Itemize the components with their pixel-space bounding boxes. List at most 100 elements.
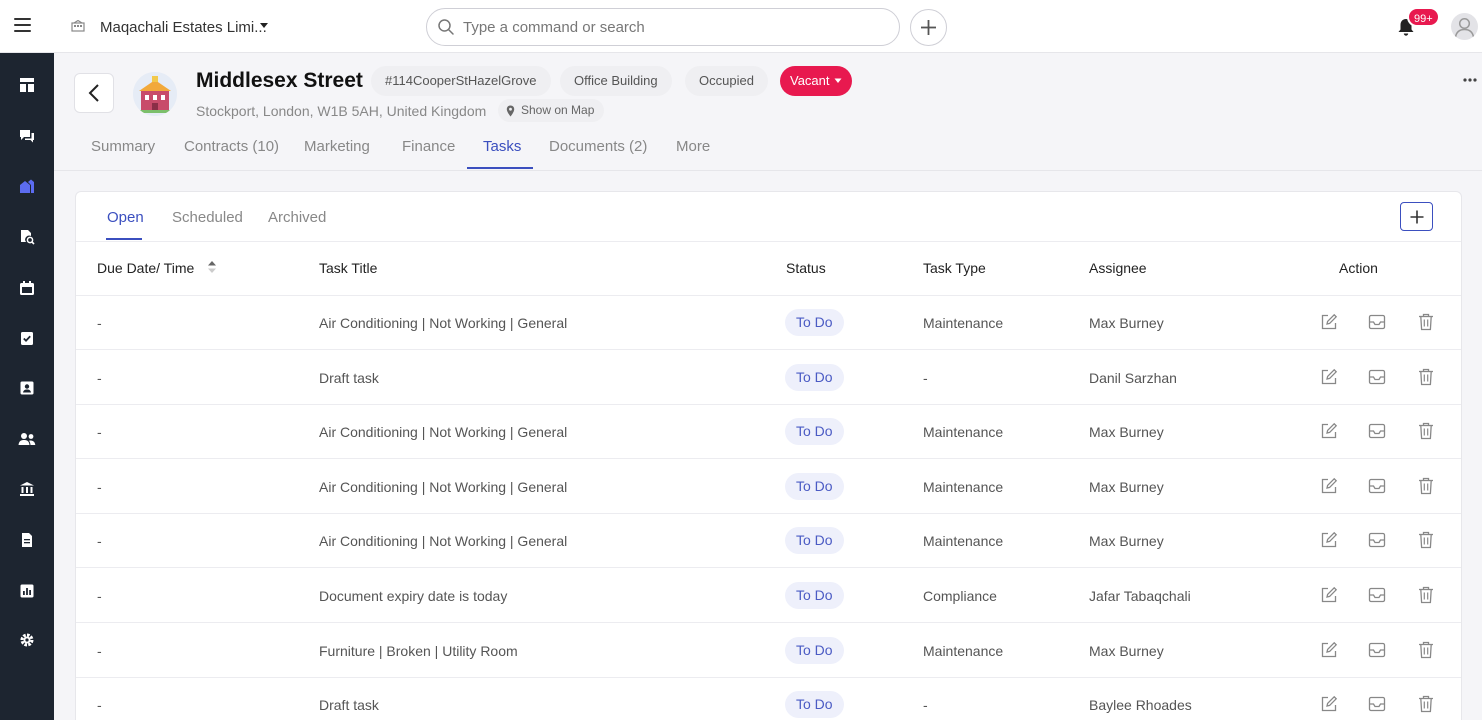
table-row[interactable]: - Air Conditioning | Not Working | Gener… bbox=[76, 296, 1461, 350]
edit-button[interactable] bbox=[1318, 529, 1340, 551]
caret-down-icon[interactable] bbox=[259, 22, 269, 30]
delete-button[interactable] bbox=[1415, 366, 1437, 388]
archive-button[interactable] bbox=[1366, 693, 1388, 715]
chat-icon bbox=[20, 130, 34, 143]
menu-icon[interactable] bbox=[14, 18, 31, 32]
company-name[interactable]: Maqachali Estates Limi... bbox=[100, 19, 267, 36]
table-row[interactable]: - Furniture | Broken | Utility Room To D… bbox=[76, 624, 1461, 678]
table-row[interactable]: - Air Conditioning | Not Working | Gener… bbox=[76, 405, 1461, 460]
table-row[interactable]: - Document expiry date is today To Do Co… bbox=[76, 569, 1461, 623]
edit-icon bbox=[1321, 586, 1338, 603]
sort-icon[interactable] bbox=[207, 259, 217, 275]
task-title-cell[interactable]: Draft task bbox=[319, 370, 379, 386]
edit-button[interactable] bbox=[1318, 584, 1340, 606]
edit-button[interactable] bbox=[1318, 693, 1340, 715]
sidebar-item-banking[interactable] bbox=[0, 469, 54, 509]
reports-icon bbox=[20, 584, 34, 598]
status-badge: To Do bbox=[785, 472, 844, 500]
tab-marketing[interactable]: Marketing bbox=[304, 138, 370, 155]
archive-button[interactable] bbox=[1366, 584, 1388, 606]
delete-button[interactable] bbox=[1415, 584, 1437, 606]
delete-button[interactable] bbox=[1415, 475, 1437, 497]
more-options-icon[interactable] bbox=[1463, 78, 1477, 82]
edit-icon bbox=[1321, 368, 1338, 384]
properties-icon bbox=[20, 179, 34, 193]
tab-documents[interactable]: Documents (2) bbox=[549, 138, 647, 155]
task-type-cell: Maintenance bbox=[923, 424, 1004, 441]
edit-button[interactable] bbox=[1318, 475, 1340, 497]
table-row[interactable]: - Draft task To Do - Danil Sarzhan bbox=[76, 351, 1461, 405]
search-input[interactable] bbox=[463, 17, 883, 37]
status-badge: To Do bbox=[785, 418, 844, 446]
add-task-button[interactable] bbox=[1400, 202, 1433, 231]
task-type-cell: Maintenance bbox=[923, 315, 1004, 331]
archive-button[interactable] bbox=[1366, 420, 1388, 442]
delete-button[interactable] bbox=[1415, 420, 1437, 442]
table-row[interactable]: - Air Conditioning | Not Working | Gener… bbox=[76, 460, 1461, 514]
archive-button[interactable] bbox=[1366, 529, 1388, 551]
show-on-map-button[interactable]: Show on Map bbox=[498, 99, 605, 122]
archive-button[interactable] bbox=[1366, 639, 1388, 661]
task-title-cell[interactable]: Document expiry date is today bbox=[319, 588, 507, 604]
task-type-cell: - bbox=[923, 369, 928, 386]
bank-icon bbox=[20, 482, 34, 496]
property-reference-chip: #114CooperStHazelGrove bbox=[371, 66, 551, 96]
show-on-map-label: Show on Map bbox=[521, 103, 595, 117]
tab-summary[interactable]: Summary bbox=[91, 138, 155, 155]
due-date-cell: - bbox=[97, 588, 102, 604]
tab-more[interactable]: More bbox=[676, 138, 710, 155]
column-header-task-type: Task Type bbox=[923, 260, 986, 276]
task-title-cell[interactable]: Furniture | Broken | Utility Room bbox=[319, 643, 518, 659]
delete-button[interactable] bbox=[1415, 639, 1437, 661]
subtab-divider bbox=[76, 241, 1461, 242]
archive-button[interactable] bbox=[1366, 475, 1388, 497]
subtab-archived[interactable]: Archived bbox=[268, 209, 326, 226]
sidebar-item-contacts[interactable] bbox=[0, 368, 54, 408]
archive-button[interactable] bbox=[1366, 366, 1388, 388]
edit-button[interactable] bbox=[1318, 639, 1340, 661]
delete-button[interactable] bbox=[1415, 693, 1437, 715]
user-avatar[interactable] bbox=[1451, 13, 1478, 40]
edit-icon bbox=[1321, 423, 1338, 439]
people-icon bbox=[18, 433, 36, 445]
task-title-cell[interactable]: Air Conditioning | Not Working | General bbox=[319, 479, 567, 495]
command-search[interactable] bbox=[426, 8, 900, 46]
tab-contracts[interactable]: Contracts (10) bbox=[184, 138, 279, 155]
quick-add-button[interactable] bbox=[910, 9, 947, 46]
edit-button[interactable] bbox=[1318, 420, 1340, 442]
subtab-scheduled[interactable]: Scheduled bbox=[172, 209, 243, 226]
status-badge: To Do bbox=[785, 527, 844, 555]
back-button[interactable] bbox=[74, 73, 114, 113]
sidebar-item-documents[interactable] bbox=[0, 520, 54, 560]
sidebar-item-settings[interactable] bbox=[0, 620, 54, 660]
tasks-card: Open Scheduled Archived Due Date/ Time T… bbox=[75, 191, 1462, 720]
status-label: Vacant bbox=[790, 73, 830, 88]
trash-icon bbox=[1419, 423, 1433, 440]
archive-button[interactable] bbox=[1366, 311, 1388, 333]
subtab-open[interactable]: Open bbox=[107, 209, 144, 226]
task-title-cell[interactable]: Air Conditioning | Not Working | General bbox=[319, 533, 567, 549]
task-type-cell: - bbox=[923, 697, 928, 714]
sidebar-item-reports[interactable] bbox=[0, 571, 54, 611]
status-dropdown[interactable]: Vacant bbox=[780, 66, 852, 96]
sidebar-item-people[interactable] bbox=[0, 419, 54, 459]
table-row[interactable]: - Air Conditioning | Not Working | Gener… bbox=[76, 514, 1461, 569]
column-header-due-date[interactable]: Due Date/ Time bbox=[97, 260, 194, 276]
task-title-cell[interactable]: Air Conditioning | Not Working | General bbox=[319, 424, 567, 440]
delete-button[interactable] bbox=[1415, 311, 1437, 333]
sidebar-item-search-docs[interactable] bbox=[0, 217, 54, 257]
column-header-task-title: Task Title bbox=[319, 260, 378, 276]
edit-button[interactable] bbox=[1318, 311, 1340, 333]
task-title-cell[interactable]: Air Conditioning | Not Working | General bbox=[319, 315, 567, 331]
edit-button[interactable] bbox=[1318, 366, 1340, 388]
sidebar-item-properties[interactable] bbox=[0, 166, 54, 206]
task-title-cell[interactable]: Draft task bbox=[319, 697, 379, 713]
sidebar-item-messages[interactable] bbox=[0, 116, 54, 156]
sidebar-item-calendar[interactable] bbox=[0, 268, 54, 308]
tab-finance[interactable]: Finance bbox=[402, 138, 455, 155]
sidebar-item-dashboard[interactable] bbox=[0, 65, 54, 105]
table-row[interactable]: - Draft task To Do - Baylee Rhoades bbox=[76, 678, 1461, 720]
delete-button[interactable] bbox=[1415, 529, 1437, 551]
sidebar-item-tasks[interactable] bbox=[0, 318, 54, 358]
tab-tasks[interactable]: Tasks bbox=[483, 138, 521, 155]
